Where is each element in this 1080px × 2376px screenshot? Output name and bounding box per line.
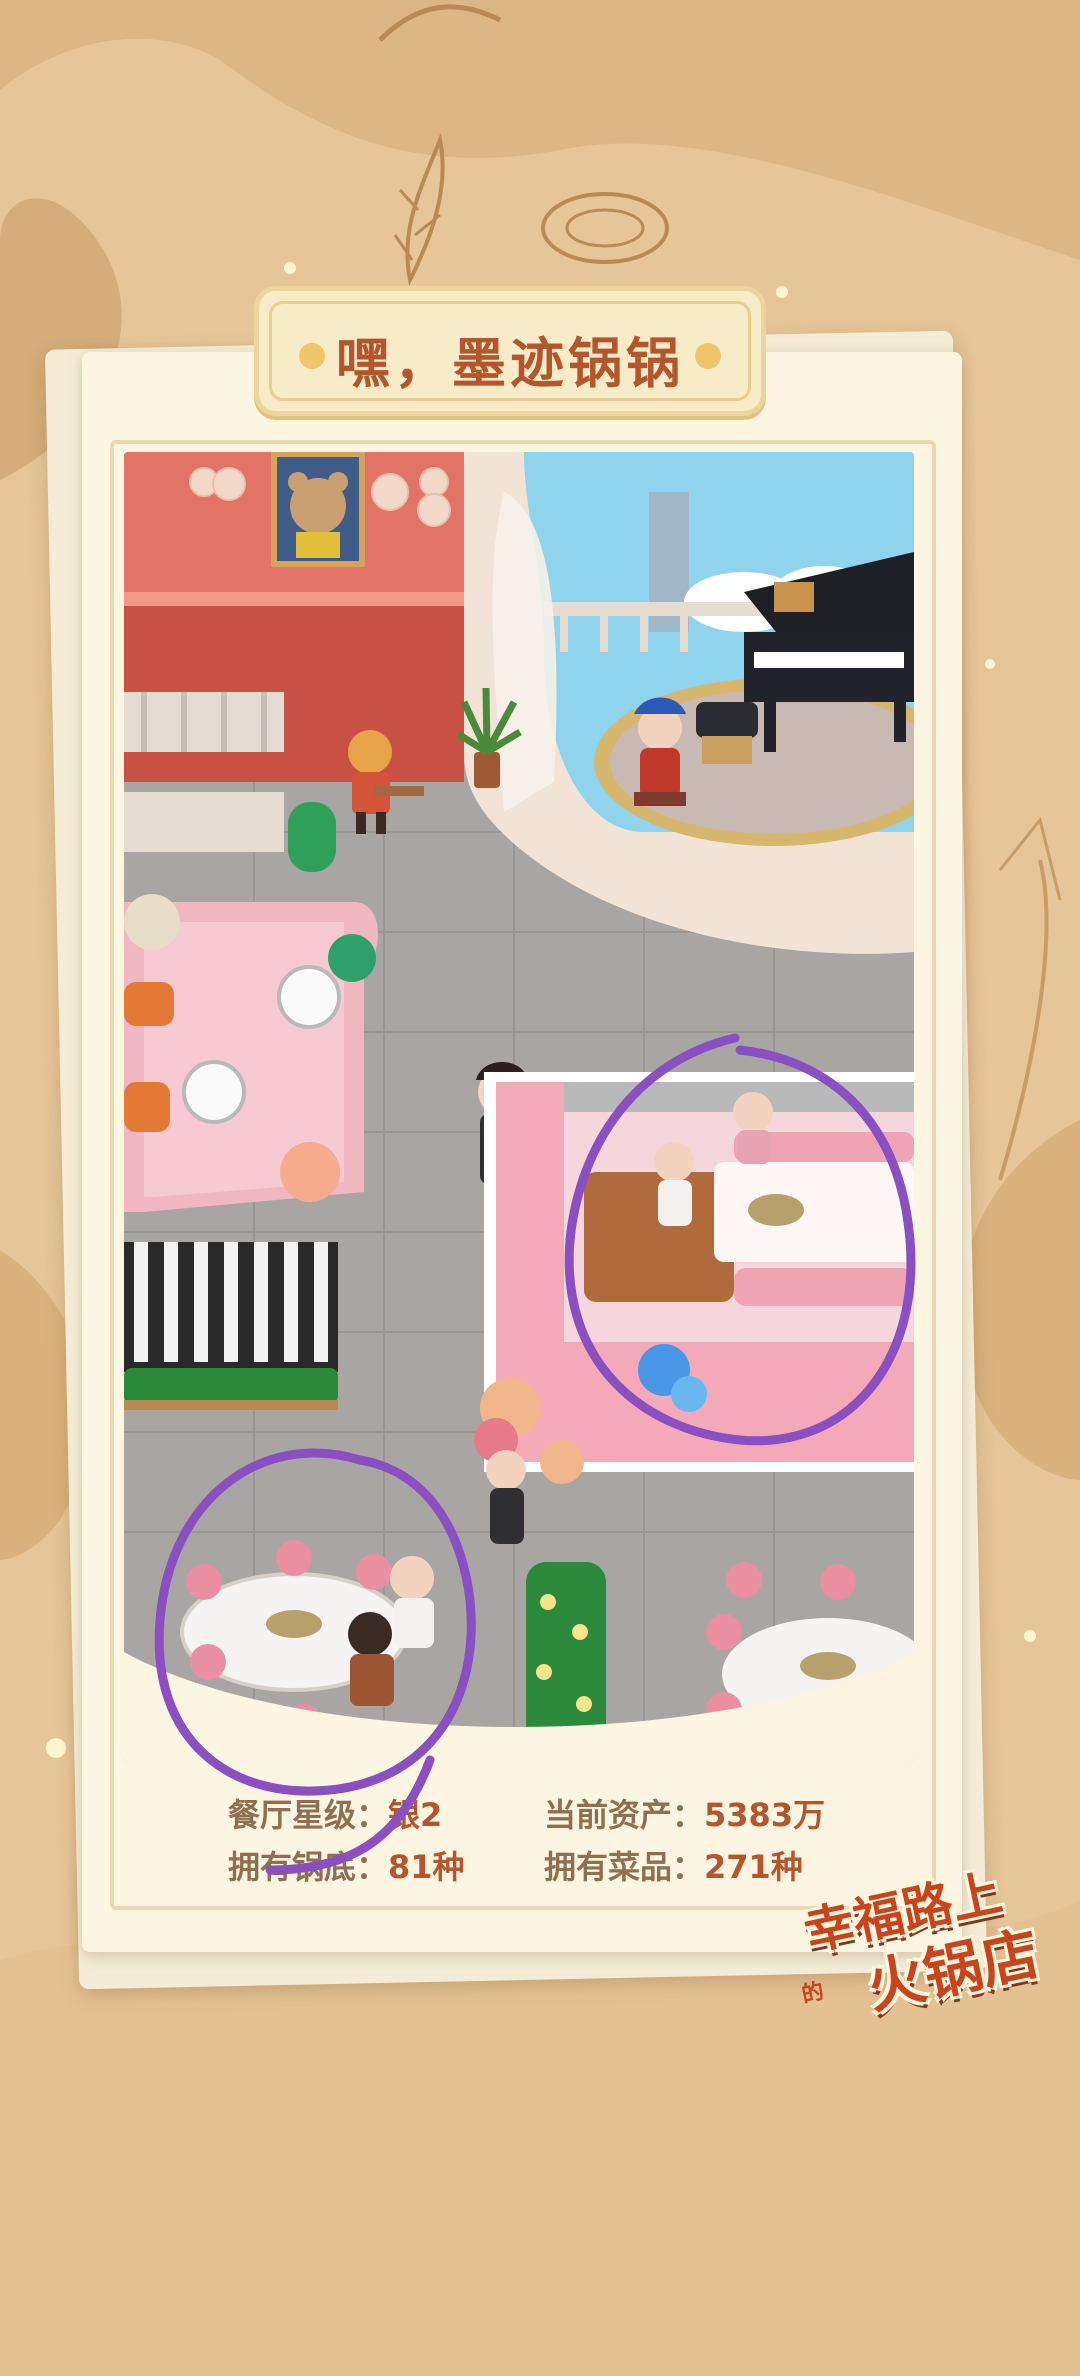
stat-value: 银2 — [388, 1796, 443, 1834]
stat-assets: 当前资产：5383万 — [544, 1790, 825, 1836]
stat-pot-bases: 拥有锅底：81种 — [228, 1842, 465, 1888]
stat-label: 餐厅星级： — [228, 1796, 389, 1834]
stat-label: 拥有菜品： — [544, 1848, 705, 1886]
restaurant-stats: 餐厅星级：银2 当前资产：5383万 拥有锅底：81种 拥有菜品：271种 — [228, 1790, 848, 1910]
hostess-icon — [486, 1450, 526, 1544]
stat-dishes: 拥有菜品：271种 — [544, 1842, 803, 1888]
stat-value: 271种 — [704, 1848, 803, 1886]
opera-performer-icon — [634, 697, 686, 806]
bear-portrait-icon — [271, 452, 365, 567]
stat-value: 81种 — [388, 1848, 465, 1886]
title-plate: 嘿，墨迹锅锅 — [254, 286, 766, 416]
stat-label: 当前资产： — [544, 1796, 705, 1834]
stat-value: 5383万 — [704, 1796, 826, 1834]
restaurant-scene — [124, 452, 914, 1762]
stat-label: 拥有锅底： — [228, 1848, 389, 1886]
page-title: 嘿，墨迹锅锅 — [336, 332, 684, 395]
stat-star-level: 餐厅星级：银2 — [228, 1790, 442, 1836]
restaurant-scene-illustration — [124, 452, 914, 1762]
